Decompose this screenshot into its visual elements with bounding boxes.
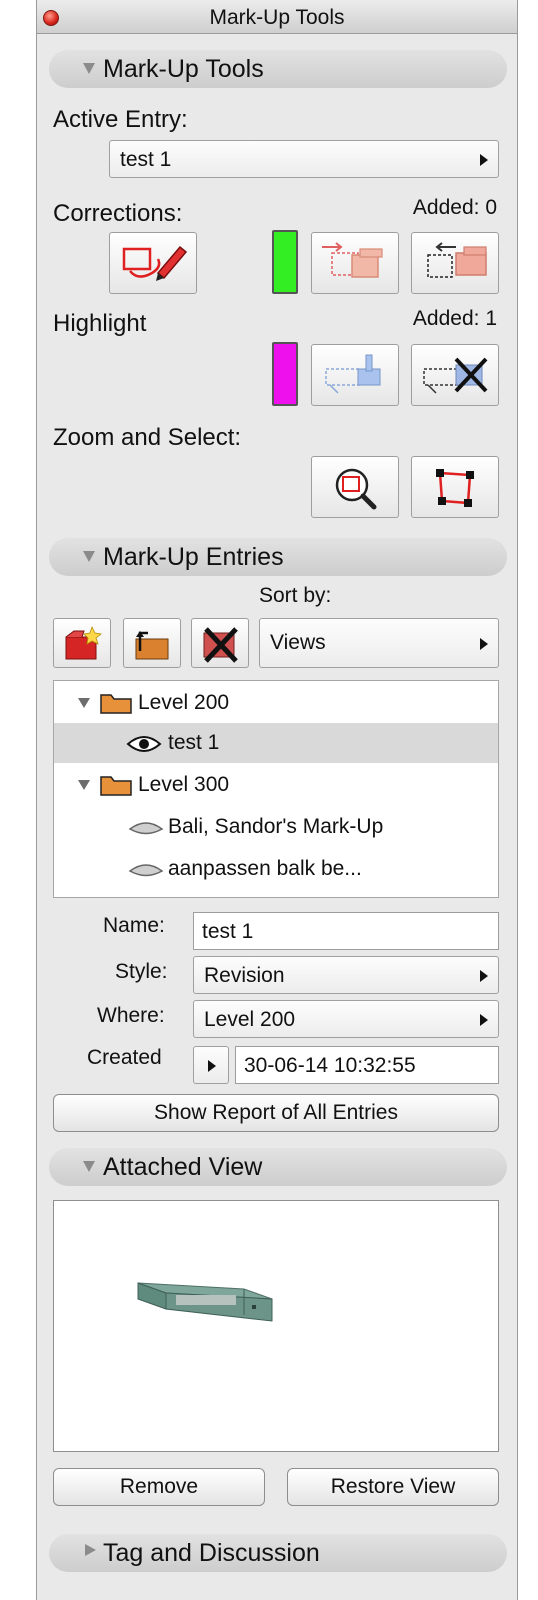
folder-icon — [100, 776, 132, 796]
name-label: Name: — [103, 914, 165, 937]
style-popup[interactable]: Revision — [193, 956, 499, 994]
play-arrow-icon — [208, 1060, 216, 1072]
corrections-label: Corrections: — [53, 200, 183, 227]
move-up-button[interactable] — [123, 618, 181, 668]
popup-arrow-icon — [480, 1014, 488, 1026]
section-title: Tag and Discussion — [103, 1539, 320, 1567]
corrections-draw-button[interactable] — [109, 232, 197, 294]
tree-item-label: test 1 — [168, 731, 220, 754]
corrections-added-count: Added: 0 — [412, 196, 497, 219]
created-expand-button[interactable] — [193, 1046, 229, 1084]
window-title: Mark-Up Tools — [209, 6, 345, 29]
sort-by-value: Views — [270, 631, 326, 654]
corrections-color-swatch[interactable] — [272, 230, 298, 294]
add-highlight-icon — [325, 354, 381, 394]
highlight-label: Highlight — [53, 310, 147, 337]
highlight-added-count: Added: 1 — [412, 307, 497, 330]
attached-view-preview — [53, 1200, 499, 1452]
disclosure-triangle-open-icon[interactable] — [83, 1161, 95, 1172]
created-label: Created — [87, 1046, 162, 1069]
active-entry-popup[interactable]: test 1 — [109, 140, 499, 178]
section-title: Mark-Up Tools — [103, 55, 264, 83]
zoom-button[interactable] — [311, 456, 399, 518]
select-region-icon — [436, 469, 474, 507]
disclosure-triangle-open-icon[interactable] — [83, 63, 95, 74]
show-report-button[interactable]: Show Report of All Entries — [53, 1094, 499, 1132]
tree-item-label: aanpassen balk be... — [168, 857, 362, 880]
popup-arrow-icon — [480, 970, 488, 982]
magnifier-zoom-icon — [335, 468, 377, 510]
beam-3d-thumbnail — [137, 1282, 273, 1322]
active-entry-label: Active Entry: — [53, 106, 188, 133]
delete-icon — [203, 627, 238, 663]
corrections-remove-button[interactable] — [411, 232, 499, 294]
delete-entry-button[interactable] — [191, 618, 249, 668]
tree-row-folder[interactable]: Level 300 — [54, 765, 498, 805]
style-value: Revision — [204, 964, 285, 987]
select-button[interactable] — [411, 456, 499, 518]
tree-row-entry-selected[interactable]: test 1 — [54, 723, 498, 763]
where-popup[interactable]: Level 200 — [193, 1000, 499, 1038]
title-bar[interactable]: Mark-Up Tools — [37, 0, 517, 34]
section-header-markup-tools[interactable]: Mark-Up Tools — [49, 50, 507, 88]
disclosure-triangle-open-icon[interactable] — [83, 551, 95, 562]
popup-arrow-icon — [480, 638, 488, 650]
tree-row-folder[interactable]: Level 200 — [54, 683, 498, 723]
sort-by-label: Sort by: — [259, 584, 332, 607]
eye-visible-icon[interactable] — [126, 734, 162, 754]
tree-item-label: Level 300 — [138, 773, 230, 796]
active-entry-value: test 1 — [120, 148, 172, 171]
where-value: Level 200 — [204, 1008, 296, 1031]
remove-highlight-icon — [423, 357, 488, 394]
popup-arrow-icon — [480, 154, 488, 166]
style-label: Style: — [115, 960, 168, 983]
created-value: 30-06-14 10:32:55 — [244, 1054, 416, 1077]
section-header-markup-entries[interactable]: Mark-Up Entries — [49, 538, 507, 576]
restore-view-button[interactable]: Restore View — [287, 1468, 499, 1506]
markup-tools-palette: Mark-Up Tools Mark-Up Tools Active Entry… — [36, 0, 518, 1600]
name-field[interactable]: test 1 — [193, 912, 499, 950]
sort-by-popup[interactable]: Views — [259, 618, 499, 668]
highlight-color-swatch[interactable] — [272, 342, 298, 406]
created-field: 30-06-14 10:32:55 — [235, 1046, 499, 1084]
highlight-remove-button[interactable] — [411, 344, 499, 406]
section-title: Attached View — [103, 1153, 263, 1181]
disclosure-triangle-icon[interactable] — [78, 780, 90, 790]
section-header-attached-view[interactable]: Attached View — [49, 1148, 507, 1186]
new-folder-icon — [65, 625, 102, 660]
where-label: Where: — [97, 1004, 165, 1027]
section-title: Mark-Up Entries — [103, 543, 284, 571]
eye-hidden-icon[interactable] — [128, 820, 164, 838]
new-folder-button[interactable] — [53, 618, 111, 668]
remove-from-markup-icon — [427, 242, 487, 278]
remove-view-button[interactable]: Remove — [53, 1468, 265, 1506]
section-header-tag-discussion[interactable]: Tag and Discussion — [49, 1534, 507, 1572]
add-to-markup-icon — [322, 242, 383, 278]
red-pencil-cloud-icon — [122, 245, 188, 281]
zoom-select-label: Zoom and Select: — [53, 424, 242, 451]
name-value: test 1 — [202, 920, 254, 943]
move-to-folder-icon — [135, 631, 169, 660]
disclosure-triangle-closed-icon[interactable] — [85, 1544, 96, 1556]
tree-row-entry[interactable]: Bali, Sandor's Mark-Up — [54, 807, 498, 847]
tree-item-label: Level 200 — [138, 691, 230, 714]
tree-item-label: Bali, Sandor's Mark-Up — [168, 815, 384, 838]
disclosure-triangle-icon[interactable] — [78, 698, 90, 708]
folder-icon — [100, 694, 132, 714]
tree-row-entry[interactable]: aanpassen balk be... — [54, 849, 498, 889]
entries-tree[interactable]: Level 200 test 1 Level 300 Bali, Sandor'… — [53, 680, 499, 898]
eye-hidden-icon[interactable] — [128, 862, 164, 880]
highlight-add-button[interactable] — [311, 344, 399, 406]
corrections-add-button[interactable] — [311, 232, 399, 294]
